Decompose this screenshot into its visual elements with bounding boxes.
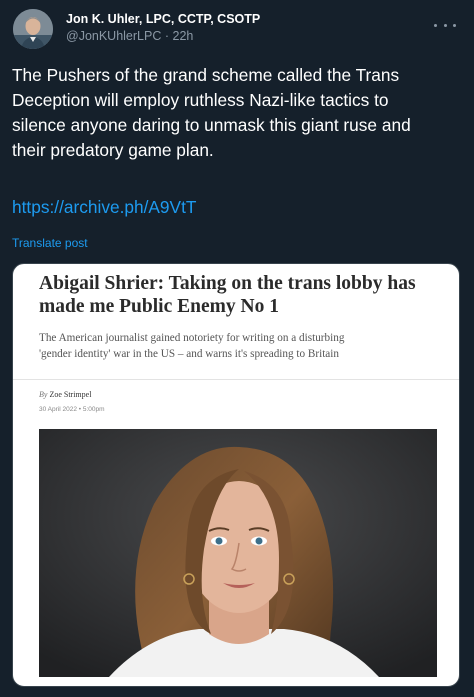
author-meta: @JonKUhlerLPC · 22h bbox=[66, 29, 193, 43]
headline-line: Abigail Shrier: Taking on the trans lobb… bbox=[39, 273, 416, 294]
standfirst-line: 'gender identity' war in the US – and wa… bbox=[39, 348, 339, 360]
tweet-text-line: Deception will employ ruthless Nazi-like… bbox=[12, 90, 389, 110]
tweet-link[interactable]: https://archive.ph/A9VtT bbox=[12, 197, 196, 218]
headline-line: made me Public Enemy No 1 bbox=[39, 296, 279, 317]
tweet-text-line: their predatory game plan. bbox=[12, 140, 214, 160]
translate-post-button[interactable]: Translate post bbox=[12, 236, 88, 250]
article-author: Zoe Strimpel bbox=[49, 390, 92, 399]
standfirst-line: The American journalist gained notoriety… bbox=[39, 332, 345, 344]
meta-separator: · bbox=[164, 29, 173, 43]
more-horizontal-icon bbox=[434, 23, 437, 27]
avatar-photo bbox=[13, 9, 53, 49]
portrait-photo bbox=[39, 429, 437, 677]
post-time[interactable]: 22h bbox=[173, 29, 194, 43]
article-byline: By Zoe Strimpel bbox=[39, 390, 91, 399]
author-name[interactable]: Jon K. Uhler, LPC, CCTP, CSOTP bbox=[66, 12, 260, 26]
byline-prefix: By bbox=[39, 390, 48, 399]
article-standfirst: The American journalist gained notoriety… bbox=[39, 330, 439, 362]
article-photo bbox=[39, 429, 437, 677]
card-divider bbox=[13, 379, 459, 380]
link-preview-card[interactable]: Abigail Shrier: Taking on the trans lobb… bbox=[12, 263, 460, 687]
tweet: Jon K. Uhler, LPC, CCTP, CSOTP @JonKUhle… bbox=[0, 0, 474, 697]
more-options-button[interactable] bbox=[434, 18, 456, 32]
author-handle[interactable]: @JonKUhlerLPC bbox=[66, 29, 161, 43]
more-horizontal-icon-dot bbox=[453, 23, 456, 27]
article-headline: Abigail Shrier: Taking on the trans lobb… bbox=[39, 272, 449, 318]
tweet-text-line: silence anyone daring to unmask this gia… bbox=[12, 115, 411, 135]
avatar[interactable] bbox=[13, 9, 53, 49]
tweet-text-line: The Pushers of the grand scheme called t… bbox=[12, 65, 400, 85]
article-date: 30 April 2022 • 5:00pm bbox=[39, 406, 105, 413]
more-horizontal-icon-dot bbox=[443, 23, 447, 27]
tweet-text: The Pushers of the grand scheme called t… bbox=[12, 63, 464, 163]
